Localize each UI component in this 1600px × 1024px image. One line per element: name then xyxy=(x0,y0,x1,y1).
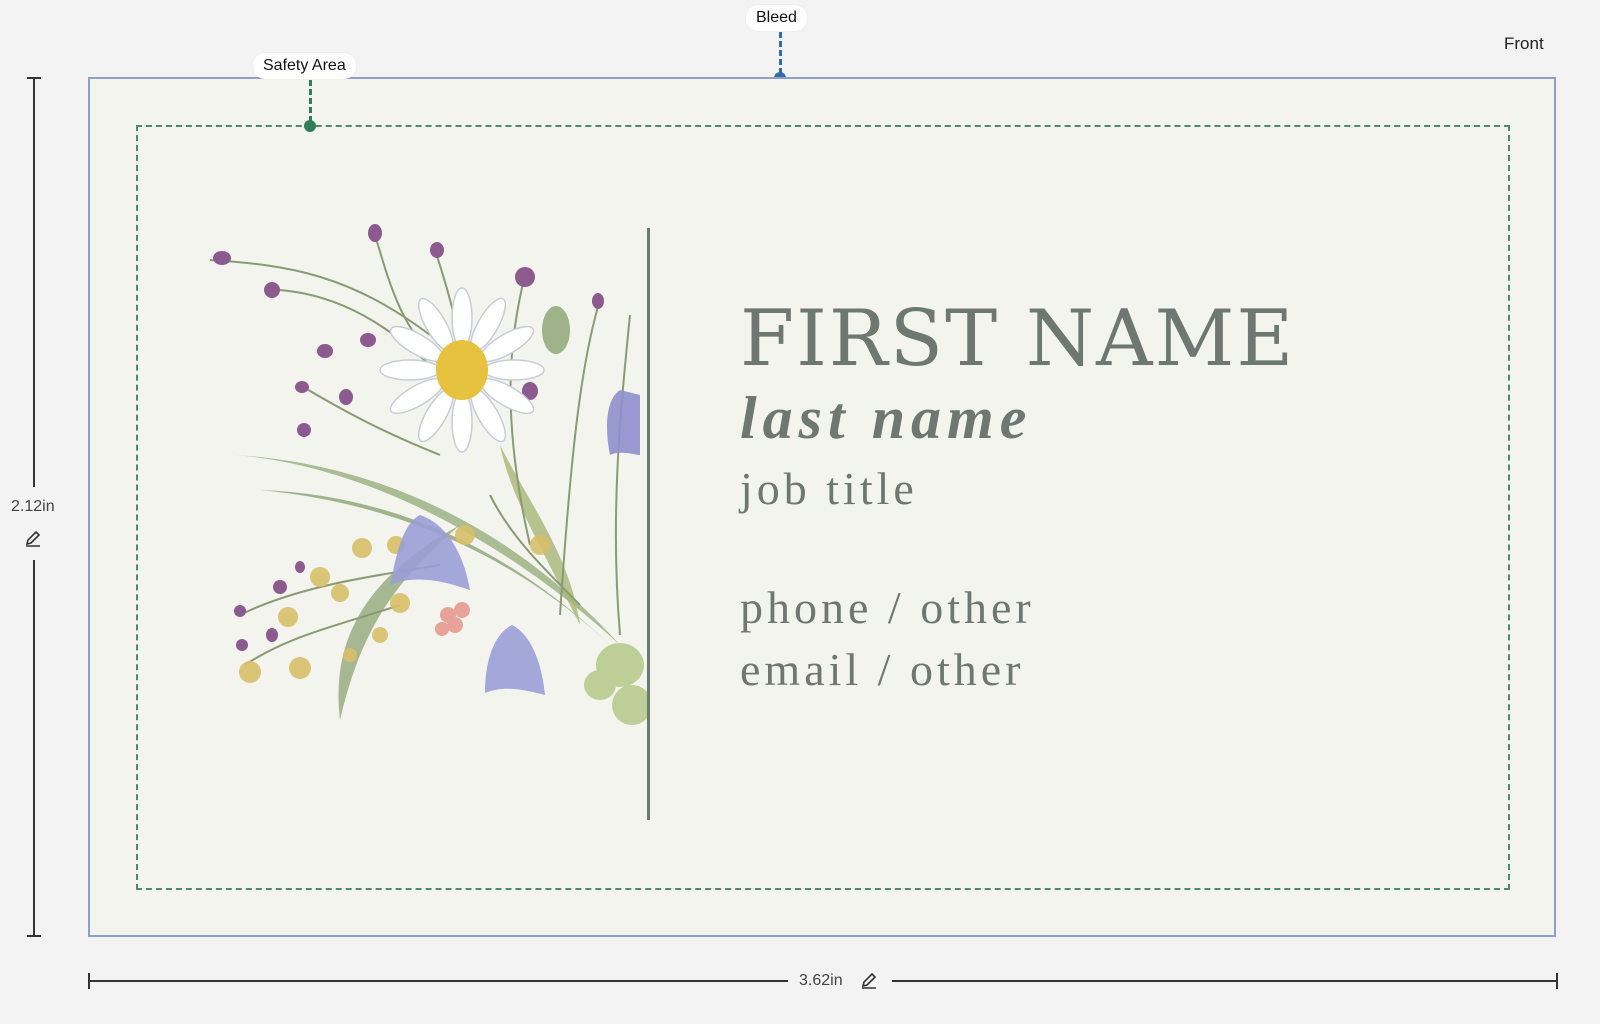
height-value[interactable]: 2.12in xyxy=(11,498,55,516)
vertical-divider[interactable] xyxy=(647,228,650,820)
width-value[interactable]: 3.62in xyxy=(799,972,843,990)
safety-area-label: Safety Area xyxy=(253,53,356,79)
floral-illustration[interactable] xyxy=(200,215,650,745)
first-name-text[interactable]: FIRST NAME xyxy=(740,300,1295,378)
edit-width-icon[interactable] xyxy=(859,970,879,990)
width-ruler-line-right xyxy=(892,980,1558,982)
email-text[interactable]: email / other xyxy=(740,647,1024,693)
width-ruler-right-cap xyxy=(1556,973,1558,989)
last-name-text[interactable]: last name xyxy=(740,388,1032,448)
job-title-text[interactable]: job title xyxy=(740,466,918,512)
height-ruler-bottom-cap xyxy=(27,935,41,937)
edit-height-icon[interactable] xyxy=(23,528,43,548)
bleed-connector xyxy=(779,32,782,74)
side-label: Front xyxy=(1504,34,1544,53)
safety-dot[interactable] xyxy=(304,120,316,132)
safety-connector xyxy=(309,80,312,122)
width-ruler-line-left xyxy=(88,980,788,982)
bleed-label: Bleed xyxy=(746,5,807,31)
phone-text[interactable]: phone / other xyxy=(740,585,1035,631)
height-ruler-line-top xyxy=(33,77,35,487)
height-ruler-line-bottom xyxy=(33,560,35,937)
